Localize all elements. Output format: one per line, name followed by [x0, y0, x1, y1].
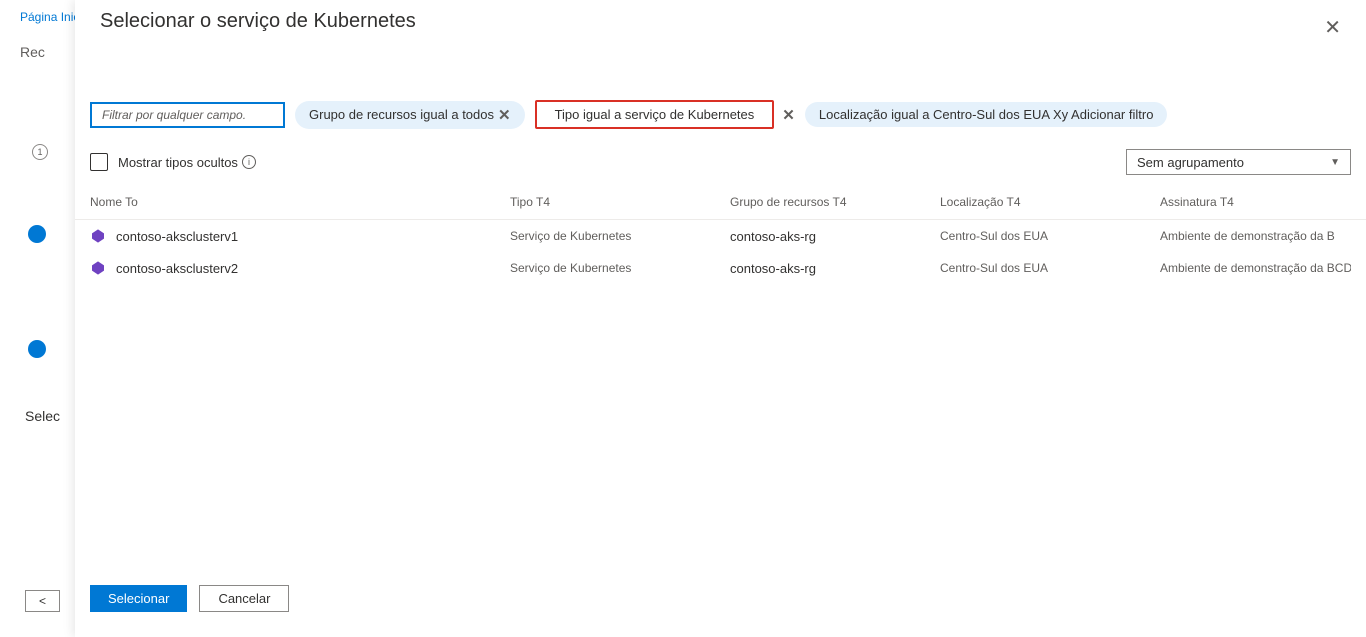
info-icon[interactable]: i — [242, 155, 256, 169]
close-icon: ✕ — [1324, 17, 1341, 39]
modal-title: Selecionar o serviço de Kubernetes — [100, 10, 416, 33]
resource-group-cell: contoso-aks-rg — [730, 261, 940, 276]
filter-pill-type[interactable]: Tipo igual a serviço de Kubernetes — [535, 100, 775, 129]
info-icon — [28, 340, 46, 358]
location-cell: Centro-Sul dos EUA — [940, 229, 1160, 243]
close-button[interactable]: ✕ — [1319, 10, 1346, 45]
toolbar-row: Mostrar tipos ocultos i Sem agrupamento … — [75, 139, 1366, 185]
subscription-cell: Ambiente de demonstração da B — [1160, 229, 1351, 243]
checkbox-label: Mostrar tipos ocultos i — [118, 155, 256, 170]
filter-pill-resource-group[interactable]: Grupo de recursos igual a todos ✕ — [295, 101, 525, 129]
modal-header: Selecionar o serviço de Kubernetes ✕ — [75, 0, 1366, 45]
info-icon — [28, 225, 46, 243]
bg-select-label: Selec — [25, 408, 60, 424]
column-header-resource-group[interactable]: Grupo de recursos T4 — [730, 195, 940, 209]
step-indicator-icon: 1 — [32, 144, 48, 160]
cancel-button[interactable]: Cancelar — [199, 585, 289, 612]
table-header: Nome To Tipo T4 Grupo de recursos T4 Loc… — [75, 185, 1366, 220]
kubernetes-icon — [90, 228, 106, 244]
filter-pill-label: Tipo igual a serviço de Kubernetes — [555, 107, 755, 122]
column-header-name[interactable]: Nome To — [90, 195, 510, 209]
checkbox-icon[interactable] — [90, 153, 108, 171]
grouping-select-label: Sem agrupamento — [1137, 155, 1244, 170]
back-button[interactable]: < — [25, 590, 60, 612]
filter-input[interactable] — [90, 102, 285, 128]
filter-row: Grupo de recursos igual a todos ✕ Tipo i… — [75, 45, 1366, 139]
resource-name-cell[interactable]: contoso-aksclusterv1 — [90, 228, 510, 244]
table-row[interactable]: contoso-aksclusterv1 Serviço de Kubernet… — [75, 220, 1366, 252]
resources-table: Nome To Tipo T4 Grupo de recursos T4 Loc… — [75, 185, 1366, 284]
resource-name-text: contoso-aksclusterv2 — [116, 261, 238, 276]
column-header-subscription[interactable]: Assinatura T4 — [1160, 195, 1351, 209]
resource-name-text: contoso-aksclusterv1 — [116, 229, 238, 244]
checkbox-label-text: Mostrar tipos ocultos — [118, 155, 238, 170]
location-cell: Centro-Sul dos EUA — [940, 261, 1160, 275]
resource-name-cell[interactable]: contoso-aksclusterv2 — [90, 260, 510, 276]
grouping-select[interactable]: Sem agrupamento ▼ — [1126, 149, 1351, 175]
select-button[interactable]: Selecionar — [90, 585, 187, 612]
filter-pill-label: Localização igual a Centro-Sul dos EUA X… — [819, 107, 1154, 122]
kubernetes-icon — [90, 260, 106, 276]
select-kubernetes-modal: Selecionar o serviço de Kubernetes ✕ Gru… — [75, 0, 1366, 637]
subscription-cell: Ambiente de demonstração da BCDI — [1160, 261, 1351, 275]
remove-filter-icon[interactable]: ✕ — [498, 106, 511, 124]
chevron-down-icon: ▼ — [1330, 157, 1340, 168]
resource-group-cell: contoso-aks-rg — [730, 229, 940, 244]
filter-pill-location-add[interactable]: Localização igual a Centro-Sul dos EUA X… — [805, 102, 1168, 127]
table-row[interactable]: contoso-aksclusterv2 Serviço de Kubernet… — [75, 252, 1366, 284]
column-header-type[interactable]: Tipo T4 — [510, 195, 730, 209]
column-header-location[interactable]: Localização T4 — [940, 195, 1160, 209]
resource-type-cell: Serviço de Kubernetes — [510, 229, 730, 243]
remove-filter-icon[interactable]: ✕ — [782, 106, 795, 124]
resource-type-cell: Serviço de Kubernetes — [510, 261, 730, 275]
show-hidden-types-checkbox[interactable]: Mostrar tipos ocultos i — [90, 153, 256, 171]
filter-pill-label: Grupo de recursos igual a todos — [309, 107, 494, 122]
modal-footer: Selecionar Cancelar — [90, 585, 289, 612]
